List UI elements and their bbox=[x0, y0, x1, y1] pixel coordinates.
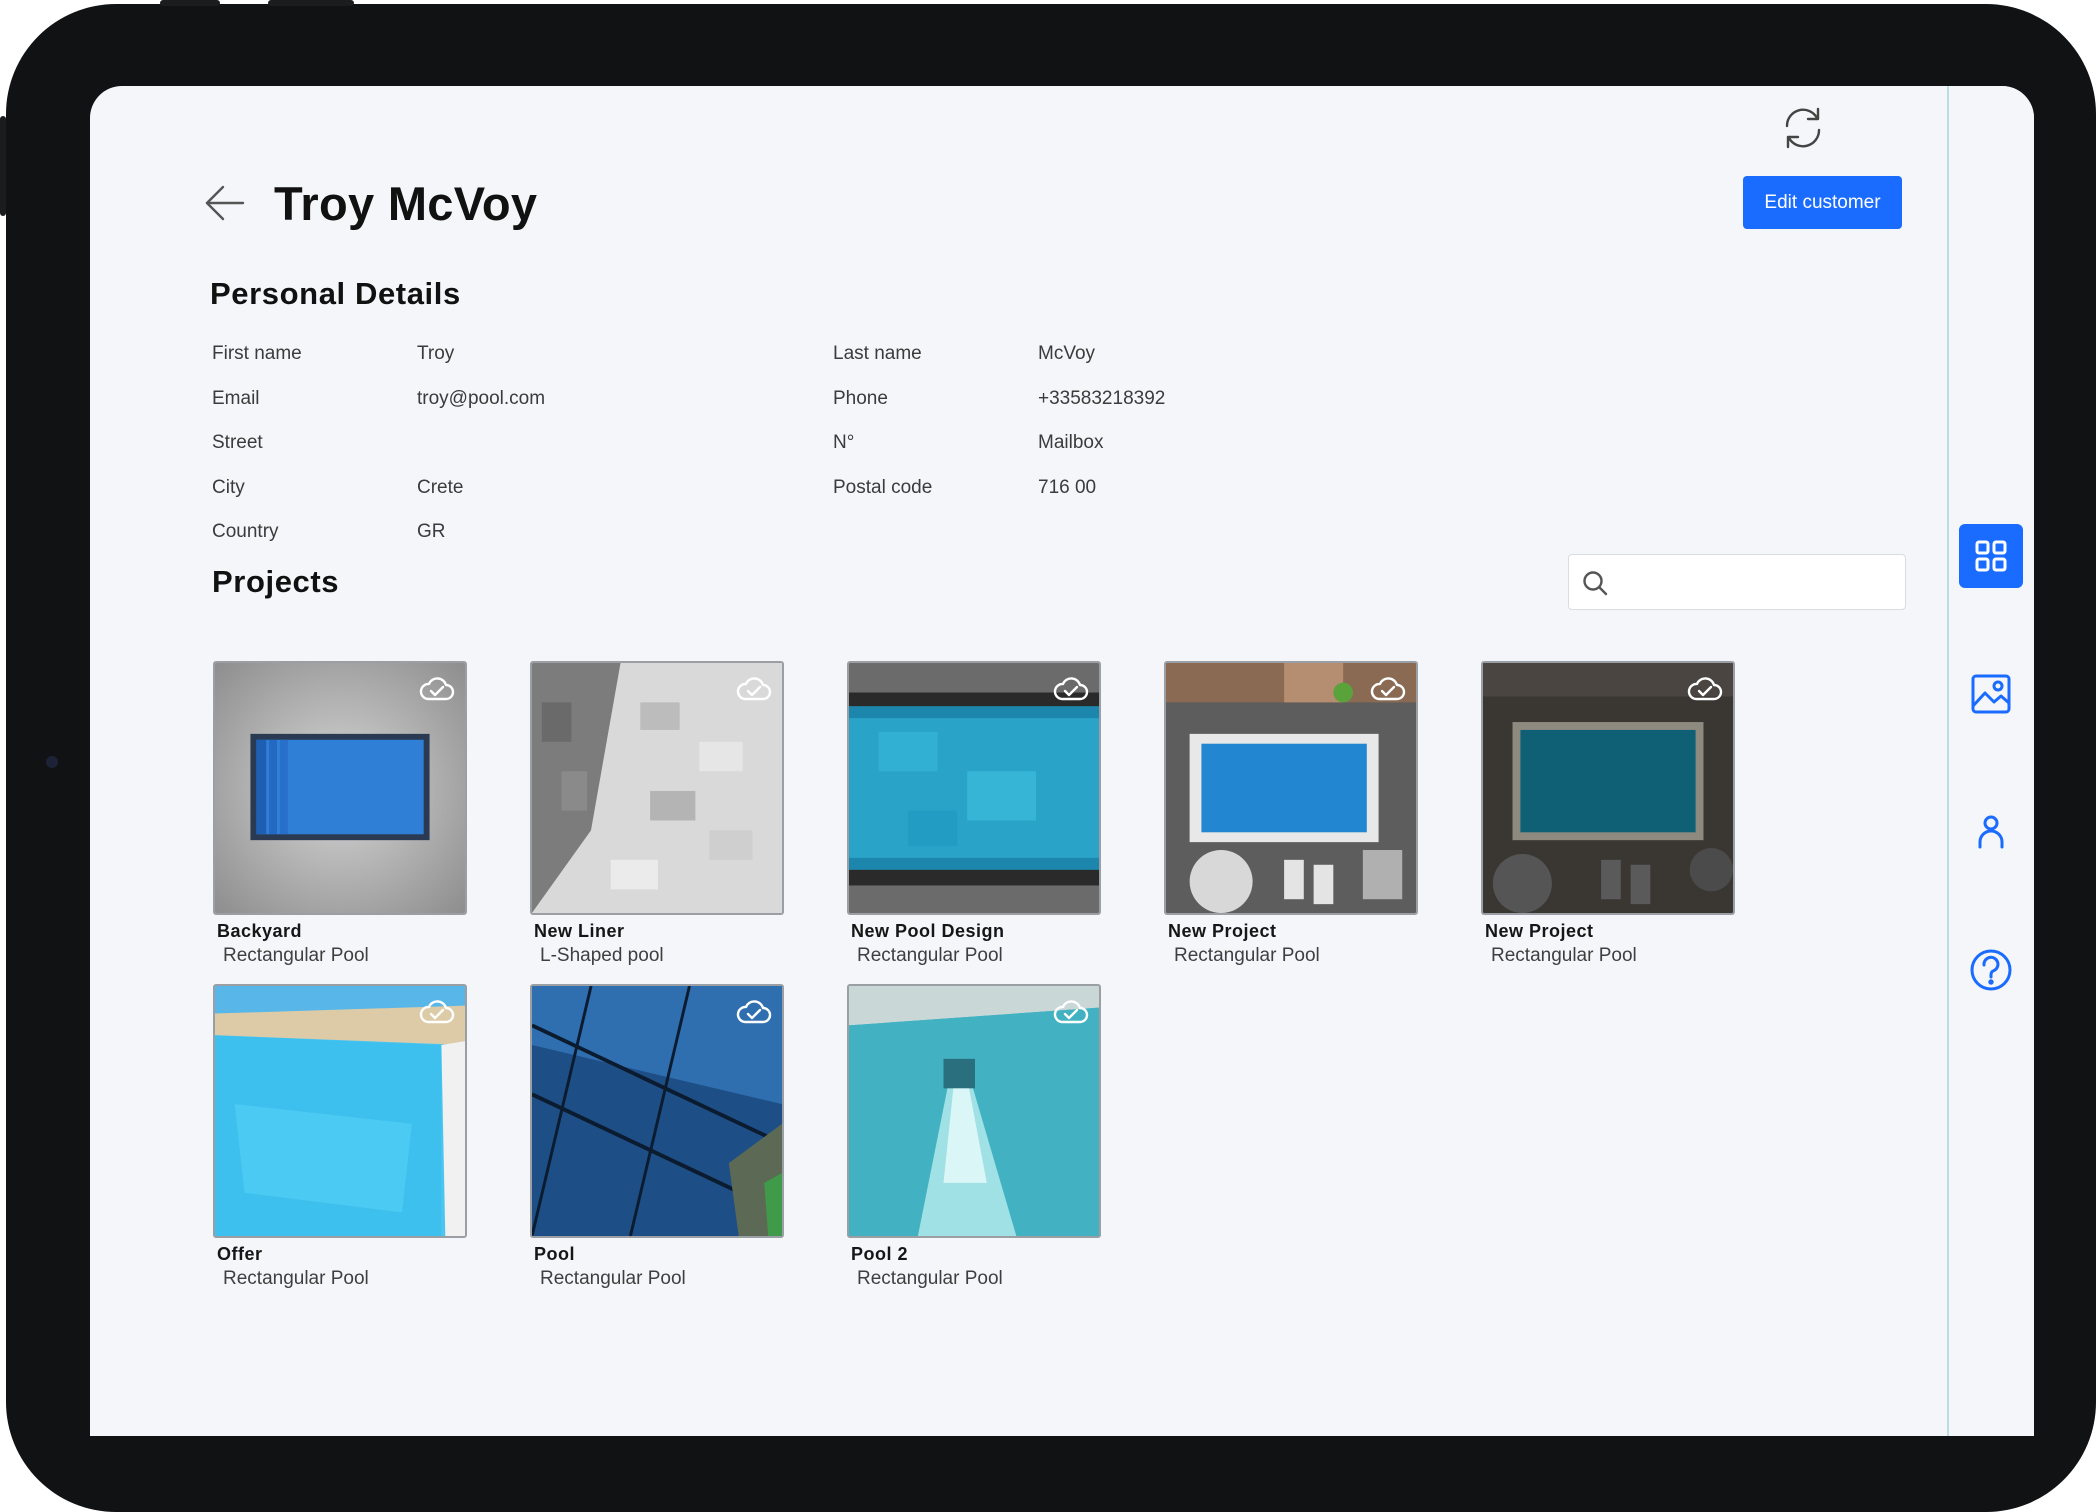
projects-title: Projects bbox=[212, 564, 340, 599]
country-label: Country bbox=[212, 521, 279, 542]
email-label: Email bbox=[212, 388, 260, 409]
project-name: Offer bbox=[217, 1244, 263, 1264]
project-thumbnail bbox=[213, 661, 467, 915]
front-camera bbox=[46, 756, 58, 768]
project-card-new-project-1[interactable]: New Project Rectangular Pool bbox=[1164, 661, 1420, 966]
country-value: GR bbox=[417, 521, 446, 542]
project-card-new-project-2[interactable]: New Project Rectangular Pool bbox=[1481, 661, 1737, 966]
cloud-check-icon bbox=[419, 677, 455, 701]
app-screen: Troy McVoy Edit customer Personal Detail… bbox=[90, 86, 2034, 1436]
arrow-left-icon bbox=[205, 185, 245, 221]
project-type: Rectangular Pool bbox=[540, 1268, 686, 1289]
cloud-check-icon bbox=[1053, 677, 1089, 701]
phone-value: +33583218392 bbox=[1038, 388, 1166, 409]
project-name: New Project bbox=[1168, 921, 1277, 941]
cloud-check-icon bbox=[1687, 677, 1723, 701]
project-thumbnail bbox=[1164, 661, 1418, 915]
cloud-check-icon bbox=[1053, 1000, 1089, 1024]
tablet-frame: Troy McVoy Edit customer Personal Detail… bbox=[0, 0, 2096, 1512]
volume-button bbox=[160, 0, 220, 6]
cloud-check-icon bbox=[736, 1000, 772, 1024]
cloud-check-icon bbox=[1370, 677, 1406, 701]
project-thumbnail bbox=[847, 984, 1101, 1238]
project-type: Rectangular Pool bbox=[223, 1268, 369, 1289]
right-sidebar bbox=[1947, 86, 2034, 1436]
project-name: New Liner bbox=[534, 921, 625, 941]
project-card-pool[interactable]: Pool Rectangular Pool bbox=[530, 984, 786, 1289]
sync-button[interactable] bbox=[1775, 100, 1831, 156]
project-thumbnail bbox=[847, 661, 1101, 915]
project-name: New Project bbox=[1485, 921, 1594, 941]
project-thumbnail bbox=[1481, 661, 1735, 915]
street-label: Street bbox=[212, 432, 263, 453]
project-thumbnail bbox=[213, 984, 467, 1238]
project-search bbox=[1568, 554, 1906, 610]
project-type: Rectangular Pool bbox=[857, 1268, 1003, 1289]
page-title: Troy McVoy bbox=[274, 177, 538, 230]
project-card-backyard[interactable]: Backyard Rectangular Pool bbox=[213, 661, 469, 966]
first-name-label: First name bbox=[212, 343, 302, 364]
project-name: Pool 2 bbox=[851, 1244, 909, 1264]
power-button bbox=[268, 0, 354, 6]
side-button bbox=[0, 116, 6, 216]
project-thumbnail bbox=[530, 984, 784, 1238]
back-button[interactable] bbox=[202, 180, 248, 226]
search-input[interactable] bbox=[1621, 563, 1897, 601]
help-icon bbox=[1970, 949, 2012, 991]
project-name: New Pool Design bbox=[851, 921, 1005, 941]
city-value: Crete bbox=[417, 477, 464, 498]
email-value: troy@pool.com bbox=[417, 388, 546, 409]
project-thumbnail bbox=[530, 661, 784, 915]
phone-label: Phone bbox=[833, 388, 888, 409]
project-type: Rectangular Pool bbox=[857, 945, 1003, 966]
cloud-check-icon bbox=[736, 677, 772, 701]
refresh-icon bbox=[1785, 107, 1821, 149]
project-type: Rectangular Pool bbox=[1174, 945, 1320, 966]
project-type: Rectangular Pool bbox=[223, 945, 369, 966]
person-icon bbox=[1978, 815, 2004, 849]
first-name-value: Troy bbox=[417, 343, 455, 364]
project-card-offer[interactable]: Offer Rectangular Pool bbox=[213, 984, 469, 1289]
city-label: City bbox=[212, 477, 245, 498]
house-number-label: N° bbox=[833, 432, 855, 453]
rail-grid-button[interactable] bbox=[1959, 524, 2023, 588]
rail-customer-button[interactable] bbox=[1959, 800, 2023, 864]
search-icon bbox=[1583, 571, 1608, 596]
project-type: L-Shaped pool bbox=[540, 945, 664, 966]
house-number-value: Mailbox bbox=[1038, 432, 1104, 453]
cloud-check-icon bbox=[419, 1000, 455, 1024]
project-name: Pool bbox=[534, 1244, 575, 1264]
project-card-pool-2[interactable]: Pool 2 Rectangular Pool bbox=[847, 984, 1103, 1289]
project-type: Rectangular Pool bbox=[1491, 945, 1637, 966]
edit-customer-button[interactable]: Edit customer bbox=[1743, 176, 1902, 229]
postal-code-label: Postal code bbox=[833, 477, 933, 498]
project-name: Backyard bbox=[217, 921, 303, 941]
last-name-value: McVoy bbox=[1038, 343, 1096, 364]
image-icon bbox=[1971, 674, 2011, 714]
project-card-new-pool-design[interactable]: New Pool Design Rectangular Pool bbox=[847, 661, 1103, 966]
grid-icon bbox=[1975, 540, 2007, 572]
personal-details-title: Personal Details bbox=[210, 276, 461, 311]
postal-code-value: 716 00 bbox=[1038, 477, 1097, 498]
last-name-label: Last name bbox=[833, 343, 922, 364]
project-card-new-liner[interactable]: New Liner L-Shaped pool bbox=[530, 661, 786, 966]
customer-detail-panel: Troy McVoy Edit customer Personal Detail… bbox=[90, 86, 1947, 1436]
rail-gallery-button[interactable] bbox=[1959, 662, 2023, 726]
rail-help-button[interactable] bbox=[1959, 938, 2023, 1002]
